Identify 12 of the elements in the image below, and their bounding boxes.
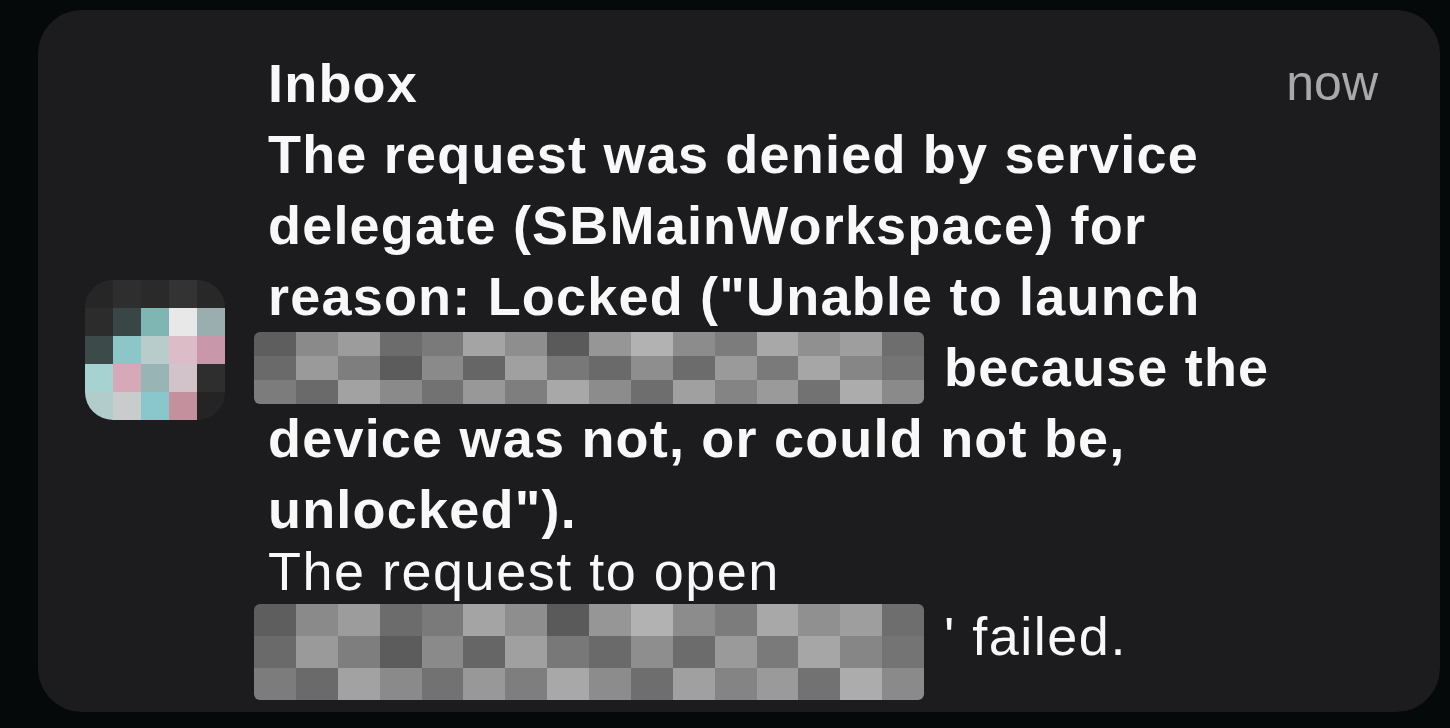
message-text: because the [944, 336, 1270, 399]
notification-title: Inbox [268, 52, 418, 115]
timestamp: now [1286, 54, 1378, 113]
message-text: The request to open [268, 540, 780, 603]
message-text: delegate (SBMainWorkspace) for [268, 194, 1147, 257]
message-text: device was not, or could not be, [268, 407, 1126, 470]
message-text: reason: Locked ("Unable to launch [268, 265, 1201, 328]
message-text: The request was denied by service [268, 123, 1199, 186]
pixelated-app-icon [85, 280, 225, 420]
message-text: ' failed. [944, 605, 1127, 668]
notification-card[interactable]: Inbox now The request was denied by service delegate (SBMainWorkspace) for reason: Locked ("Unable to launch because the device was not, or could not be, unlocked"). The request to open ' failed. [38, 10, 1440, 712]
message-text: unlocked"). [268, 478, 577, 541]
